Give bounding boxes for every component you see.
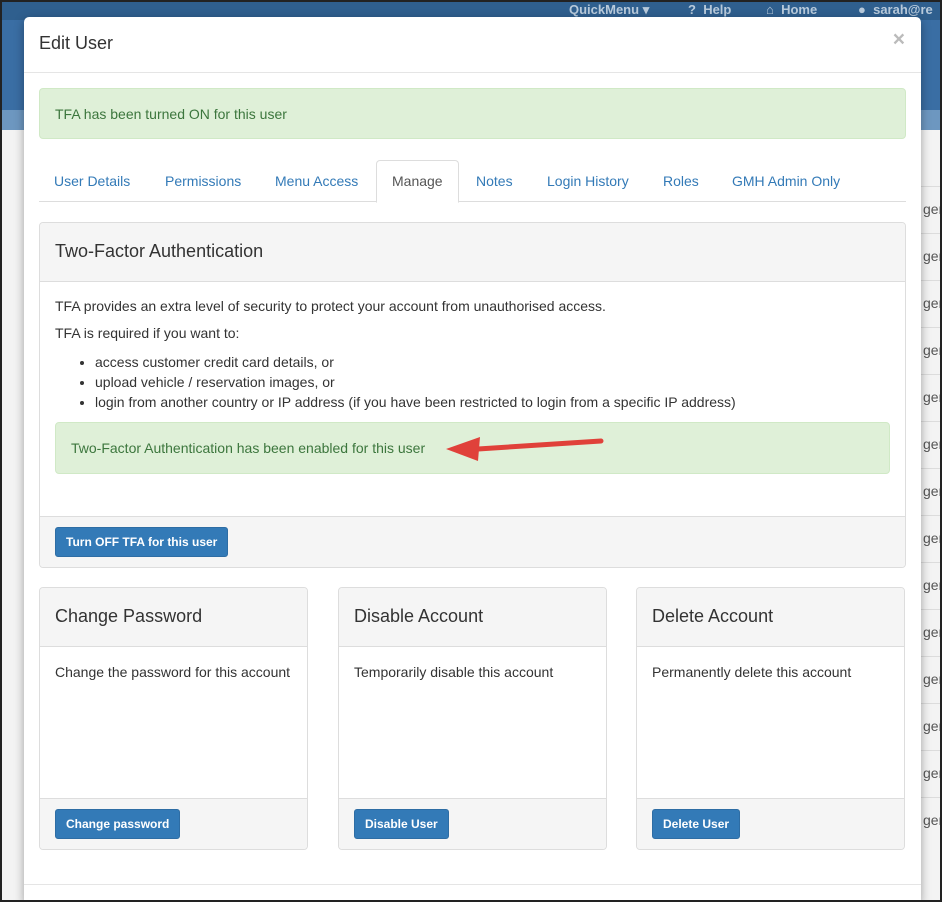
- edit-user-modal: Edit User × TFA has been turned ON for t…: [24, 17, 921, 902]
- modal-title: Edit User: [39, 33, 114, 53]
- tab-roles[interactable]: Roles: [663, 160, 699, 202]
- background-row: gen: [921, 797, 942, 844]
- tfa-panel: Two-Factor Authentication TFA provides a…: [39, 222, 906, 568]
- change-password-text: Change the password for this account: [55, 664, 291, 680]
- background-row: gen: [921, 280, 942, 327]
- user-label: sarah@re: [873, 2, 933, 17]
- tab-permissions[interactable]: Permissions: [165, 160, 241, 202]
- delete-account-heading: Delete Account: [637, 588, 904, 647]
- user-icon: ●: [858, 2, 866, 17]
- tab-user-details[interactable]: User Details: [54, 160, 130, 202]
- tfa-status-alert: TFA has been turned ON for this user: [39, 88, 906, 139]
- change-password-panel: Change Password Change the password for …: [39, 587, 308, 850]
- tfa-enabled-text: Two-Factor Authentication has been enabl…: [71, 440, 426, 456]
- tfa-panel-heading: Two-Factor Authentication: [40, 223, 905, 282]
- list-item: upload vehicle / reservation images, or: [95, 372, 890, 392]
- tfa-panel-body: TFA provides an extra level of security …: [40, 282, 905, 474]
- background-row: gen: [921, 374, 942, 421]
- help-link[interactable]: ? Help: [688, 2, 731, 17]
- background-row: gen: [921, 703, 942, 750]
- red-arrow-annotation: [446, 437, 604, 461]
- user-menu[interactable]: ● sarah@re: [858, 2, 933, 17]
- tab-menu-access[interactable]: Menu Access: [275, 160, 358, 202]
- tab-bar: User Details Permissions Menu Access Man…: [39, 160, 906, 203]
- disable-account-panel: Disable Account Temporarily disable this…: [338, 587, 607, 850]
- background-row: gen: [921, 421, 942, 468]
- tfa-intro: TFA provides an extra level of security …: [55, 298, 606, 314]
- tab-notes[interactable]: Notes: [476, 160, 513, 202]
- background-row: gen: [921, 656, 942, 703]
- home-link[interactable]: ⌂ Home: [766, 2, 817, 17]
- home-icon: ⌂: [766, 2, 774, 17]
- disable-account-heading: Disable Account: [339, 588, 606, 647]
- disable-account-footer: Disable User: [339, 798, 606, 849]
- tab-login-history[interactable]: Login History: [547, 160, 629, 202]
- change-password-footer: Change password: [40, 798, 307, 849]
- delete-user-button[interactable]: Delete User: [652, 809, 741, 839]
- quickmenu-label: QuickMenu: [569, 2, 640, 17]
- tfa-requirements-list: access customer credit card details, or …: [55, 352, 890, 412]
- tfa-enabled-alert: Two-Factor Authentication has been enabl…: [55, 422, 890, 474]
- background-row: gen: [921, 233, 942, 280]
- delete-account-footer: Delete User: [637, 798, 904, 849]
- background-row: gen: [921, 468, 942, 515]
- background-row: gen: [921, 609, 942, 656]
- question-icon: ?: [688, 2, 696, 17]
- background-row: gen: [921, 750, 942, 797]
- close-button[interactable]: ×: [893, 29, 905, 50]
- background-row: gen: [921, 515, 942, 562]
- turn-off-tfa-button[interactable]: Turn OFF TFA for this user: [55, 527, 229, 557]
- help-label: Help: [703, 2, 732, 17]
- modal-header: Edit User ×: [24, 17, 921, 73]
- delete-account-text: Permanently delete this account: [652, 664, 852, 680]
- quickmenu-link[interactable]: QuickMenu ▾: [569, 2, 649, 18]
- background-row: gen: [921, 186, 942, 233]
- background-row: gen: [921, 327, 942, 374]
- background-row: gen: [921, 562, 942, 609]
- home-label: Home: [781, 2, 818, 17]
- tfa-status-text: TFA has been turned ON for this user: [55, 106, 287, 122]
- disable-account-text: Temporarily disable this account: [354, 664, 554, 680]
- list-item: login from another country or IP address…: [95, 392, 890, 412]
- tfa-required-label: TFA is required if you want to:: [55, 325, 240, 341]
- disable-user-button[interactable]: Disable User: [354, 809, 449, 839]
- delete-account-panel: Delete Account Permanently delete this a…: [636, 587, 905, 850]
- list-item: access customer credit card details, or: [95, 352, 890, 372]
- change-password-button[interactable]: Change password: [55, 809, 181, 839]
- tab-manage[interactable]: Manage: [376, 160, 459, 203]
- tab-gmh-admin-only[interactable]: GMH Admin Only: [732, 160, 840, 202]
- tfa-panel-footer: Turn OFF TFA for this user: [40, 516, 905, 567]
- change-password-heading: Change Password: [40, 588, 307, 647]
- modal-footer-divider: [24, 884, 921, 885]
- caret-down-icon: ▾: [642, 2, 650, 17]
